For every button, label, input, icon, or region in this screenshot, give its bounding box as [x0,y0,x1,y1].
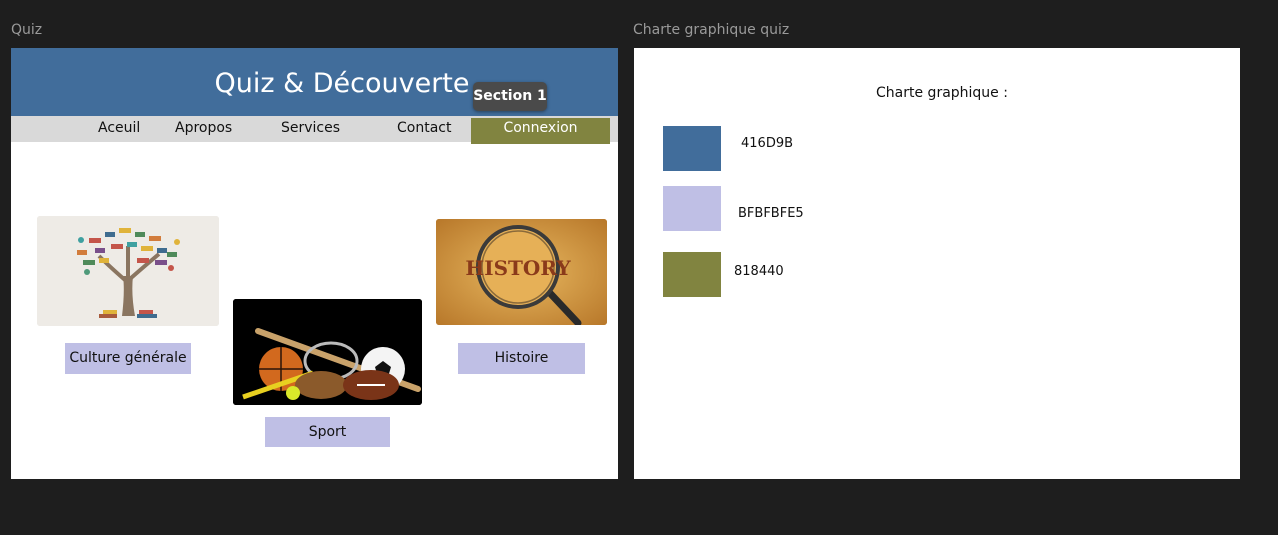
culture-button[interactable]: Culture générale [65,343,191,374]
culture-image[interactable] [37,216,219,326]
swatch-primary-label: 416D9B [741,136,794,151]
charte-frame: Charte graphique : 416D9B BFBFBFE5 81844… [634,48,1240,479]
history-image-text: HISTORY [465,256,571,280]
sport-button[interactable]: Sport [265,417,390,447]
swatch-accent [663,252,721,297]
connexion-button[interactable]: Connexion [471,118,610,144]
quiz-frame: Quiz & Découverte Aceuil Apropos Service… [11,48,618,479]
swatch-accent-label: 818440 [734,264,784,279]
nav-item-aceuil[interactable]: Aceuil [98,120,140,136]
nav-item-contact[interactable]: Contact [397,120,451,136]
frame-label-charte[interactable]: Charte graphique quiz [633,22,789,38]
nav-item-apropos[interactable]: Apropos [175,120,232,136]
sport-image[interactable] [233,299,422,405]
nav-item-services[interactable]: Services [281,120,340,136]
histoire-button[interactable]: Histoire [458,343,585,374]
swatch-primary [663,126,721,171]
frame-label-quiz[interactable]: Quiz [11,22,42,38]
swatch-secondary-label: BFBFBFE5 [738,206,804,221]
section-tag[interactable]: Section 1 [473,82,547,111]
swatch-secondary [663,186,721,231]
histoire-image[interactable]: HISTORY [436,219,607,325]
charte-title: Charte graphique : [876,85,1008,101]
